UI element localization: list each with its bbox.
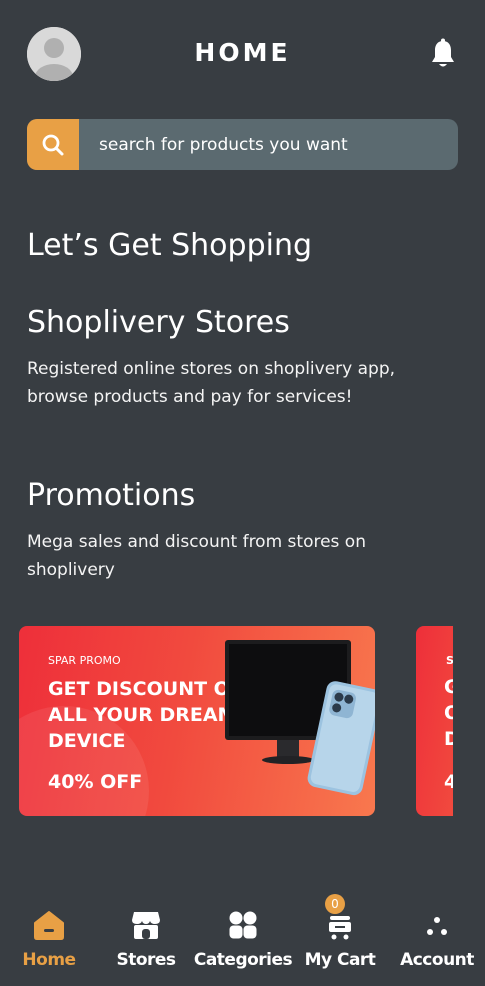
peek-line-2: O	[444, 702, 453, 724]
nav-label-account: Account	[400, 950, 474, 970]
promo-discount: 40% OFF	[48, 771, 143, 793]
peek-line-1: G	[444, 676, 453, 698]
store-icon	[129, 908, 163, 942]
peek-tag: S	[446, 654, 453, 667]
cart-count-badge: 0	[325, 894, 345, 914]
promotions-heading: Promotions	[27, 478, 196, 513]
bell-icon[interactable]	[428, 38, 458, 70]
nav-label-home: Home	[22, 950, 76, 970]
account-icon	[420, 908, 454, 942]
nav-item-stores[interactable]: Stores	[112, 895, 180, 986]
nav-label-stores: Stores	[116, 950, 176, 970]
nav-item-account[interactable]: Account	[400, 895, 474, 986]
bottom-navigation: Home Stores Categories 0 My Cart Account	[0, 894, 485, 986]
promotions-carousel[interactable]: SPAR PROMO GET DISCOUNT ON ALL YOUR DREA…	[0, 626, 485, 816]
stores-heading[interactable]: Shoplivery Stores	[27, 305, 290, 340]
peek-line-3: D	[444, 728, 453, 750]
peek-line-4: 4	[444, 771, 453, 793]
nav-item-categories[interactable]: Categories	[193, 895, 293, 986]
search-input[interactable]	[79, 119, 458, 170]
app-header: HOME	[0, 0, 485, 110]
promo-card[interactable]: SPAR PROMO GET DISCOUNT ON ALL YOUR DREA…	[19, 626, 375, 816]
search-bar	[27, 119, 458, 170]
nav-item-home[interactable]: Home	[18, 895, 80, 986]
page-title: HOME	[194, 38, 291, 67]
greeting-heading: Let’s Get Shopping	[27, 228, 312, 263]
device-image	[219, 636, 375, 806]
stores-description: Registered online stores on shoplivery a…	[27, 359, 396, 407]
promotions-description: Mega sales and discount from stores on s…	[27, 532, 366, 580]
nav-label-categories: Categories	[193, 950, 293, 970]
cart-icon: 0	[323, 894, 357, 942]
nav-item-my-cart[interactable]: 0 My Cart	[304, 894, 376, 986]
grid-icon	[226, 908, 260, 942]
home-icon	[32, 908, 66, 942]
promo-headline: GET DISCOUNT ON ALL YOUR DREAM DEVICE	[48, 678, 246, 752]
promo-card-next[interactable]: S G O D 4	[416, 626, 453, 816]
search-icon[interactable]	[27, 119, 79, 170]
promo-tag: SPAR PROMO	[48, 654, 121, 667]
nav-label-my-cart: My Cart	[304, 950, 376, 970]
